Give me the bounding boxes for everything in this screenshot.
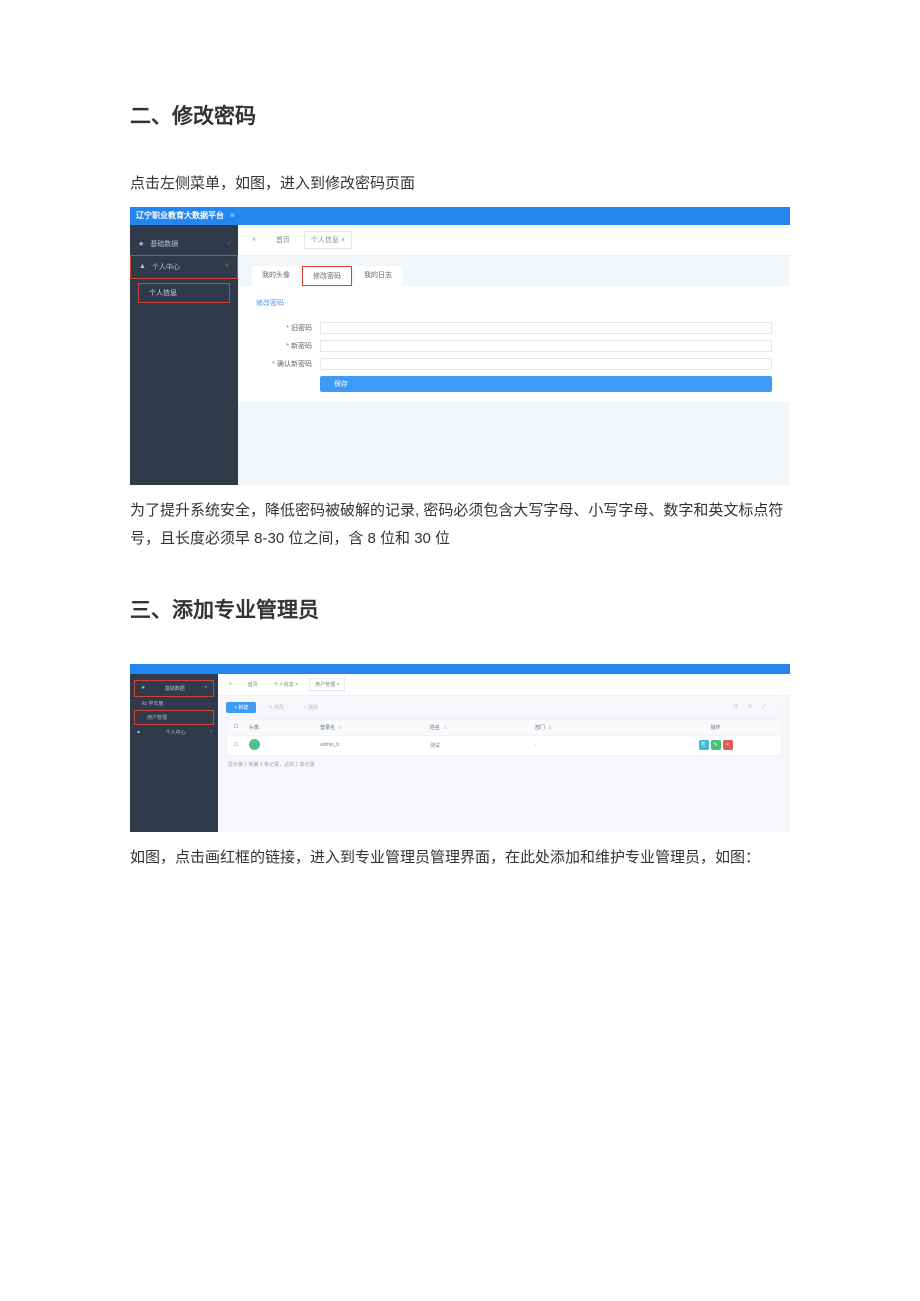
- breadcrumb-user-mgmt[interactable]: 用户管理 ×: [309, 678, 345, 691]
- breadcrumb-personal-info[interactable]: 个人信息 ×: [269, 679, 303, 690]
- user-icon: ▲: [136, 729, 141, 735]
- password-form: *旧密码 *新密码 *确认新密码 保存: [238, 312, 790, 402]
- sidebar-item-label: 个人中心: [166, 729, 186, 736]
- app-title: 辽宁职业教育大数据平台: [136, 210, 224, 221]
- app-header: 辽宁职业教育大数据平台 ≡: [130, 207, 790, 225]
- hamburger-icon[interactable]: ≡: [230, 211, 235, 220]
- sidebar-2: ★ 基础数据 ˅ ㎐ 学年度 用户管理 ▲ 个人中心 ›: [130, 674, 218, 832]
- star-icon: ★: [138, 240, 144, 248]
- table-header-row: ☐ 头像 登录名⇅ 姓名⇅ 部门⇅ 操作: [227, 720, 781, 735]
- sort-icon: ⇅: [443, 725, 447, 731]
- view-button[interactable]: ⎘: [699, 740, 709, 750]
- edit-button[interactable]: ✎ 修改: [260, 702, 292, 713]
- tab-avatar[interactable]: 我的头像: [252, 266, 300, 286]
- breadcrumb-home[interactable]: 首页: [270, 232, 296, 248]
- screenshot-user-management: ★ 基础数据 ˅ ㎐ 学年度 用户管理 ▲ 个人中心 › « 首页 个人信息 ×…: [130, 664, 790, 832]
- save-button[interactable]: 保存: [320, 376, 772, 392]
- refresh-icon[interactable]: ⟳: [746, 704, 754, 710]
- th-operation: 操作: [650, 724, 781, 731]
- paragraph-password-rule: 为了提升系统安全，降低密码被破解的记录, 密码必须包含大写字母、小写字母、数字和…: [130, 497, 790, 554]
- label-new-password: *新密码: [256, 341, 312, 351]
- th-avatar: 头像: [245, 724, 320, 731]
- delete-button[interactable]: × 删除: [296, 702, 326, 713]
- row-checkbox[interactable]: ☐: [227, 742, 245, 748]
- tab-change-password[interactable]: 修改密码: [302, 266, 352, 286]
- table-row: ☐ admin_b 测试 - ⎘ ✎ ×: [227, 735, 781, 755]
- sidebar: ★ 基础数据 › ▲ 个人中心 ˅ 个人信息: [130, 225, 238, 485]
- sidebar-sub-academic-year[interactable]: ㎐ 学年度: [130, 697, 218, 710]
- sort-icon: ⇅: [338, 725, 342, 731]
- sidebar-item-base-data[interactable]: ★ 基础数据 ›: [130, 233, 238, 255]
- edit-row-button[interactable]: ✎: [711, 740, 721, 750]
- pagination-info: 显示第 1 到第 1 条记录，总共 1 条记录: [218, 756, 790, 773]
- paragraph-intro-1: 点击左侧菜单，如图，进入到修改密码页面: [130, 170, 790, 199]
- breadcrumb-home[interactable]: 首页: [243, 679, 263, 690]
- input-old-password[interactable]: [320, 322, 772, 334]
- fullscreen-icon[interactable]: ⤢: [760, 704, 768, 710]
- delete-row-button[interactable]: ×: [723, 740, 733, 750]
- sidebar-sub-personal-info[interactable]: 个人信息: [138, 283, 230, 303]
- sidebar-item-label: 个人中心: [152, 262, 225, 272]
- sidebar-item-base-data[interactable]: ★ 基础数据 ˅: [134, 680, 214, 697]
- user-table: ☐ 头像 登录名⇅ 姓名⇅ 部门⇅ 操作 ☐ admin_b 测试 - ⎘: [226, 719, 782, 756]
- input-new-password[interactable]: [320, 340, 772, 352]
- cell-name: 测试: [430, 742, 535, 749]
- sidebar-item-label: 基础数据: [150, 239, 227, 249]
- columns-icon[interactable]: ⋮: [774, 704, 782, 710]
- chart-icon: ㎐: [142, 701, 147, 707]
- select-all-checkbox[interactable]: ☐: [227, 724, 245, 730]
- section-heading-3: 三、添加专业管理员: [130, 594, 790, 624]
- row-operations: ⎘ ✎ ×: [699, 740, 733, 750]
- table-toolbar: + 新建 ✎ 修改 × 删除 Q ⟳ ⤢ ⋮: [218, 696, 790, 719]
- breadcrumb: « 首页 个人信息 ×: [238, 225, 790, 256]
- cell-dept: -: [535, 742, 650, 748]
- main-content-2: « 首页 个人信息 × 用户管理 × + 新建 ✎ 修改 × 删除 Q ⟳ ⤢ …: [218, 674, 790, 832]
- cell-login: admin_b: [320, 742, 430, 748]
- app-header-2: [130, 664, 790, 674]
- user-icon: ▲: [139, 263, 146, 270]
- chevron-right-icon: ›: [210, 729, 212, 735]
- sidebar-sub-user-management[interactable]: 用户管理: [134, 710, 214, 725]
- section-heading-2: 二、修改密码: [130, 100, 790, 130]
- main-content: « 首页 个人信息 × 我的头像 修改密码 我的日志 修改密码 *旧密码 *新密…: [238, 225, 790, 485]
- label-confirm-password: *确认新密码: [256, 359, 312, 369]
- breadcrumb-current[interactable]: 个人信息 ×: [304, 231, 352, 249]
- avatar: [249, 739, 260, 750]
- sidebar-item-personal-center[interactable]: ▲ 个人中心 ˅: [130, 255, 238, 279]
- breadcrumb-back[interactable]: «: [224, 679, 237, 689]
- chevron-down-icon: ˅: [225, 263, 229, 270]
- search-icon[interactable]: Q: [732, 704, 740, 710]
- chevron-right-icon: ›: [228, 240, 230, 247]
- add-button[interactable]: + 新建: [226, 702, 256, 713]
- sidebar-item-personal-center[interactable]: ▲ 个人中心 ›: [130, 725, 218, 740]
- screenshot-change-password: 辽宁职业教育大数据平台 ≡ ★ 基础数据 › ▲ 个人中心 ˅ 个人信息 « 首…: [130, 207, 790, 485]
- chevron-down-icon: ˅: [204, 685, 207, 691]
- tab-my-log[interactable]: 我的日志: [354, 266, 402, 286]
- panel-title: 修改密码: [238, 288, 790, 312]
- paragraph-user-mgmt: 如图，点击画红框的链接，进入到专业管理员管理界面，在此处添加和维护专业管理员，如…: [130, 844, 790, 873]
- sidebar-item-label: 基础数据: [165, 685, 185, 692]
- breadcrumb-2: « 首页 个人信息 × 用户管理 ×: [218, 674, 790, 696]
- breadcrumb-back[interactable]: «: [246, 233, 262, 246]
- th-name[interactable]: 姓名⇅: [430, 724, 535, 731]
- th-login[interactable]: 登录名⇅: [320, 724, 430, 731]
- label-old-password: *旧密码: [256, 323, 312, 333]
- input-confirm-password[interactable]: [320, 358, 772, 370]
- sort-icon: ⇅: [548, 725, 552, 731]
- star-icon: ★: [141, 685, 145, 691]
- tab-bar: 我的头像 修改密码 我的日志: [238, 256, 790, 286]
- th-dept[interactable]: 部门⇅: [535, 724, 650, 731]
